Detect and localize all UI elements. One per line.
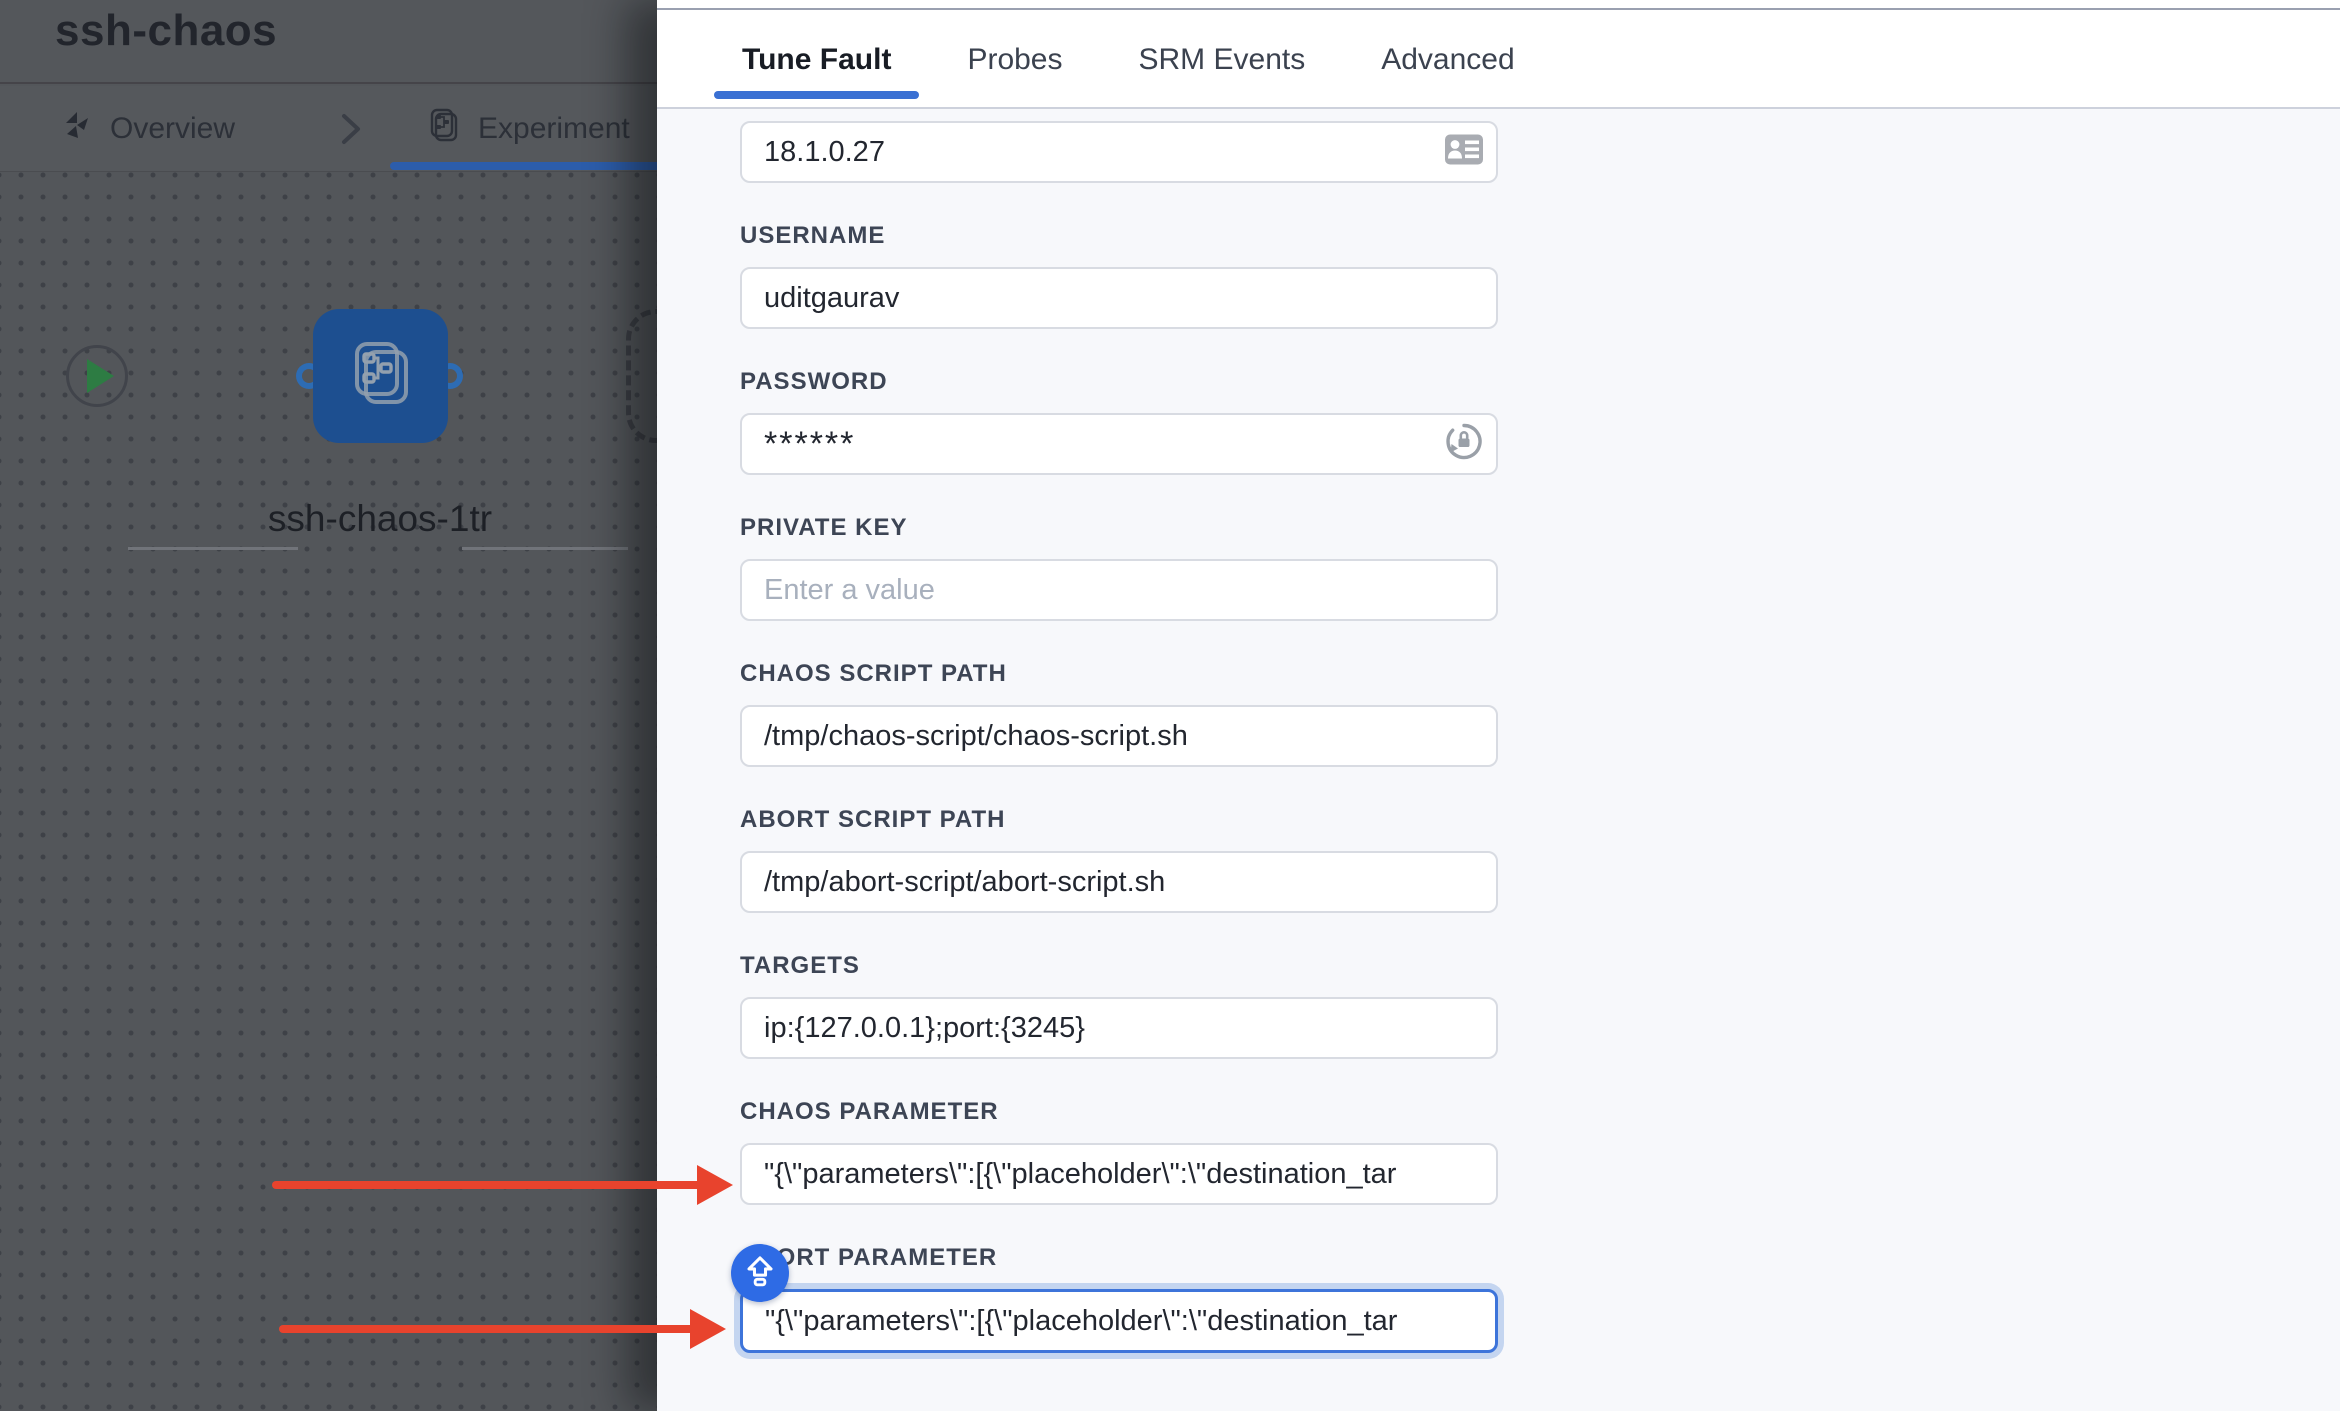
nav-tab-overview-label: Overview xyxy=(110,112,235,146)
play-icon xyxy=(87,359,114,393)
username-field-wrap xyxy=(740,267,1498,329)
tab-tune-fault[interactable]: Tune Fault xyxy=(740,43,893,77)
abort-script-path-label: ABORT SCRIPT PATH xyxy=(740,807,1498,833)
breadcrumb-chevron-icon xyxy=(338,110,364,153)
private-key-field-wrap xyxy=(740,559,1498,621)
private-key-input[interactable] xyxy=(740,559,1498,621)
host-field-wrap xyxy=(740,121,1498,183)
password-rotate-icon[interactable] xyxy=(1444,422,1484,467)
password-field-wrap xyxy=(740,413,1498,475)
arrow-head xyxy=(697,1165,733,1205)
ssh-chaos-fault-node[interactable] xyxy=(313,309,448,443)
tune-fault-drawer: Tune Fault Probes SRM Events Advanced xyxy=(657,0,2340,1411)
password-label: PASSWORD xyxy=(740,369,1498,395)
fault-node-label: ssh-chaos-1tr xyxy=(230,498,530,540)
targets-field-wrap xyxy=(740,997,1498,1059)
tab-tune-fault-label: Tune Fault xyxy=(742,43,891,76)
private-key-label: PRIVATE KEY xyxy=(740,515,1498,541)
chaos-parameter-label: CHAOS PARAMETER xyxy=(740,1099,1498,1125)
host-input[interactable] xyxy=(740,121,1498,183)
active-nav-underline xyxy=(390,162,657,170)
password-input[interactable] xyxy=(740,413,1498,475)
abort-parameter-field-wrap xyxy=(740,1289,1498,1353)
nav-tab-experiment-label: Experiment xyxy=(478,112,630,146)
drawer-tab-bar: Tune Fault Probes SRM Events Advanced xyxy=(740,10,1517,109)
targets-input[interactable] xyxy=(740,997,1498,1059)
chaos-parameter-input[interactable] xyxy=(740,1143,1498,1205)
edge-start-to-node xyxy=(128,547,298,550)
tab-srm-events[interactable]: SRM Events xyxy=(1137,43,1308,77)
chaos-script-path-label: CHAOS SCRIPT PATH xyxy=(740,661,1498,687)
tab-srm-events-label: SRM Events xyxy=(1139,43,1306,76)
targets-label: TARGETS xyxy=(740,953,1498,979)
tab-probes[interactable]: Probes xyxy=(965,43,1064,77)
tune-fault-form: USERNAME PASSWORD PRIVATE KEY xyxy=(657,109,2340,1411)
tab-probes-label: Probes xyxy=(967,43,1062,76)
chaos-script-path-field-wrap xyxy=(740,705,1498,767)
abort-script-path-input[interactable] xyxy=(740,851,1498,913)
page-title: ssh-chaos xyxy=(55,6,277,56)
chaos-parameter-field-wrap xyxy=(740,1143,1498,1205)
nav-tab-experiment[interactable]: Experiment xyxy=(428,86,630,171)
arrow-shaft xyxy=(272,1181,702,1189)
abort-script-path-field-wrap xyxy=(740,851,1498,913)
tab-advanced-label: Advanced xyxy=(1381,43,1514,76)
abort-parameter-input[interactable] xyxy=(740,1289,1498,1353)
experiment-builder-icon xyxy=(428,108,460,150)
id-card-icon[interactable] xyxy=(1444,134,1484,171)
overview-pinwheel-icon xyxy=(62,110,92,148)
arrow-shaft xyxy=(279,1325,695,1333)
abort-parameter-label: ABORT PARAMETER xyxy=(740,1245,1498,1271)
tab-advanced[interactable]: Advanced xyxy=(1379,43,1516,77)
username-input[interactable] xyxy=(740,267,1498,329)
chaos-script-path-input[interactable] xyxy=(740,705,1498,767)
fault-node-icon xyxy=(344,336,418,417)
arrow-head xyxy=(690,1309,726,1349)
pipeline-start-node[interactable] xyxy=(66,345,128,407)
nav-tab-overview[interactable]: Overview xyxy=(62,86,235,171)
active-tab-underline xyxy=(714,91,919,99)
screenshot-root: ssh-chaos Overview xyxy=(0,0,2340,1411)
username-label: USERNAME xyxy=(740,223,1498,249)
scroll-top-fab-button[interactable] xyxy=(731,1244,789,1302)
edge-node-to-next xyxy=(462,547,628,550)
caps-arrow-icon xyxy=(740,1251,780,1296)
